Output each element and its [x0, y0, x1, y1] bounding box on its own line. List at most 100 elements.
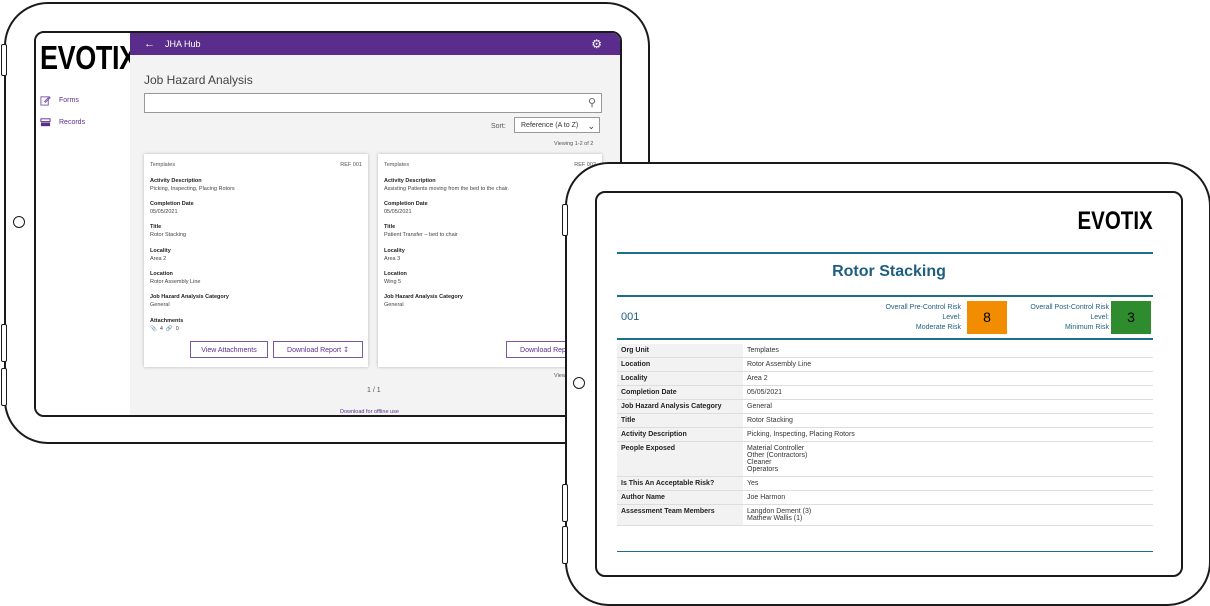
table-row: Title Rotor Stacking	[617, 413, 1153, 428]
row-value: Material Controller Other (Contractors) …	[743, 441, 1153, 477]
table-row: Author Name Joe Harmon	[617, 490, 1153, 505]
link-icon: 🔗	[165, 326, 173, 332]
record-card[interactable]: Templates REF 001 Activity Description Pi…	[144, 154, 368, 367]
field-title: Title Rotor Stacking	[150, 224, 187, 238]
main-content: ← JHA Hub ⚙ Job Hazard Analysis ⚲ Sort: …	[130, 33, 620, 415]
row-label: People Exposed	[617, 441, 743, 477]
attachment-count: 4	[159, 326, 163, 332]
sidebar-item-forms[interactable]: Forms	[40, 95, 79, 106]
report-screen: EVOTIX Rotor Stacking 001 Overall Pre-Co…	[595, 191, 1183, 577]
field-locality: Locality Area 3	[384, 248, 405, 262]
card-org-unit: Templates	[150, 162, 176, 168]
row-label: Location	[617, 357, 743, 372]
download-icon: ↧	[343, 347, 349, 354]
divider	[617, 551, 1153, 552]
sidebar-item-label: Forms	[59, 97, 79, 104]
row-label: Completion Date	[617, 385, 743, 400]
records-icon	[40, 118, 51, 127]
page-title: Job Hazard Analysis	[144, 73, 253, 87]
field-title: Title Patient Transfer – bed to chair	[384, 224, 458, 238]
side-key	[1, 44, 7, 76]
row-label: Activity Description	[617, 427, 743, 442]
view-attachments-button[interactable]: View Attachments	[190, 341, 268, 358]
post-control-risk-score: 3	[1111, 301, 1151, 334]
row-value: General	[743, 399, 1153, 414]
sidebar-item-label: Records	[59, 119, 86, 126]
sidebar: EVOTIX Forms Records	[36, 33, 137, 415]
search-icon[interactable]: ⚲	[588, 96, 596, 109]
table-row: Is This An Acceptable Risk? Yes	[617, 476, 1153, 491]
row-value: 05/05/2021	[743, 385, 1153, 400]
gear-icon[interactable]: ⚙	[591, 37, 602, 51]
row-value: Rotor Assembly Line	[743, 357, 1153, 372]
sidebar-item-records[interactable]: Records	[40, 117, 85, 128]
row-value: Langdon Dement (3) Mathew Wallis (1)	[743, 504, 1153, 526]
app-title: JHA Hub	[165, 39, 201, 49]
table-row: Org Unit Templates	[617, 344, 1153, 358]
table-row: Location Rotor Assembly Line	[617, 357, 1153, 372]
download-report-button[interactable]: Download Report ↧	[273, 341, 363, 358]
sort-dropdown[interactable]: Reference (A to Z) ⌄	[514, 117, 600, 133]
row-value: Joe Harmon	[743, 490, 1153, 505]
row-label: Job Hazard Analysis Category	[617, 399, 743, 414]
chevron-down-icon: ⌄	[587, 121, 595, 131]
field-attachments: Attachments 📎 4 🔗 0	[150, 318, 184, 332]
report-title: Rotor Stacking	[832, 263, 946, 280]
row-value: Rotor Stacking	[743, 413, 1153, 428]
field-activity: Activity Description Picking, Inspecting,…	[150, 178, 235, 192]
row-label: Assessment Team Members	[617, 504, 743, 526]
table-row: Assessment Team Members Langdon Dement (3…	[617, 504, 1153, 526]
evotix-logo: EVOTIX	[1077, 207, 1153, 235]
field-date: Completion Date 05/05/2021	[384, 201, 428, 215]
row-label: Author Name	[617, 490, 743, 505]
card-ref: REF 001	[340, 162, 362, 168]
field-locality: Locality Area 2	[150, 248, 171, 262]
table-row: People Exposed Material Controller Other …	[617, 441, 1153, 477]
top-bar: ← JHA Hub ⚙	[130, 33, 620, 55]
edit-form-icon	[40, 96, 51, 106]
row-label: Is This An Acceptable Risk?	[617, 476, 743, 491]
side-key	[562, 484, 568, 522]
table-row: Job Hazard Analysis Category General	[617, 399, 1153, 414]
divider	[617, 252, 1153, 254]
row-value: Yes	[743, 476, 1153, 491]
pagination: 1 / 1	[367, 387, 381, 394]
field-category: Job Hazard Analysis Category General	[150, 294, 229, 308]
tablet-app-frame: EVOTIX Forms Records ← JHA Hub ⚙ Job Haz…	[1, 2, 650, 444]
post-control-risk-label: Overall Post-Control Risk Level: Minimum R…	[1030, 304, 1109, 331]
side-key	[1, 324, 7, 362]
report-details-table: Org Unit Templates Location Rotor Assembly …	[617, 344, 1153, 526]
pre-control-risk-score: 8	[967, 301, 1007, 334]
paperclip-icon: 📎	[150, 326, 157, 332]
results-count: Viewing 1-2 of 2	[554, 141, 594, 147]
back-arrow-icon[interactable]: ←	[144, 38, 155, 50]
side-key	[562, 526, 568, 564]
evotix-logo: EVOTIX	[40, 39, 137, 76]
side-key	[1, 368, 7, 406]
row-label: Locality	[617, 371, 743, 386]
field-date: Completion Date 05/05/2021	[150, 201, 194, 215]
sort-selected-value: Reference (A to Z)	[521, 122, 579, 129]
divider	[617, 338, 1153, 340]
field-activity: Activity Description Assisting Patients m…	[384, 178, 510, 192]
field-location: Location Rotor Assembly Line	[150, 271, 201, 285]
home-button[interactable]	[573, 377, 585, 389]
table-row: Activity Description Picking, Inspecting,…	[617, 427, 1153, 442]
home-button[interactable]	[13, 216, 25, 228]
app-screen: EVOTIX Forms Records ← JHA Hub ⚙ Job Haz…	[34, 31, 622, 417]
link-count: 0	[175, 326, 179, 332]
row-label: Title	[617, 413, 743, 428]
side-key	[562, 204, 568, 236]
row-label: Org Unit	[617, 344, 743, 358]
download-offline-link[interactable]: Download for offline use	[340, 409, 399, 415]
pre-control-risk-label: Overall Pre-Control Risk Level: Moderate R…	[885, 304, 961, 331]
report-ref: 001	[621, 311, 640, 323]
card-org-unit: Templates	[384, 162, 410, 168]
search-input[interactable]: ⚲	[144, 93, 602, 113]
field-location: Location Wing 5	[384, 271, 407, 285]
row-value: Area 2	[743, 371, 1153, 386]
row-value: Picking, Inspecting, Placing Rotors	[743, 427, 1153, 442]
field-category: Job Hazard Analysis Category General	[384, 294, 463, 308]
table-row: Completion Date 05/05/2021	[617, 385, 1153, 400]
table-row: Locality Area 2	[617, 371, 1153, 386]
